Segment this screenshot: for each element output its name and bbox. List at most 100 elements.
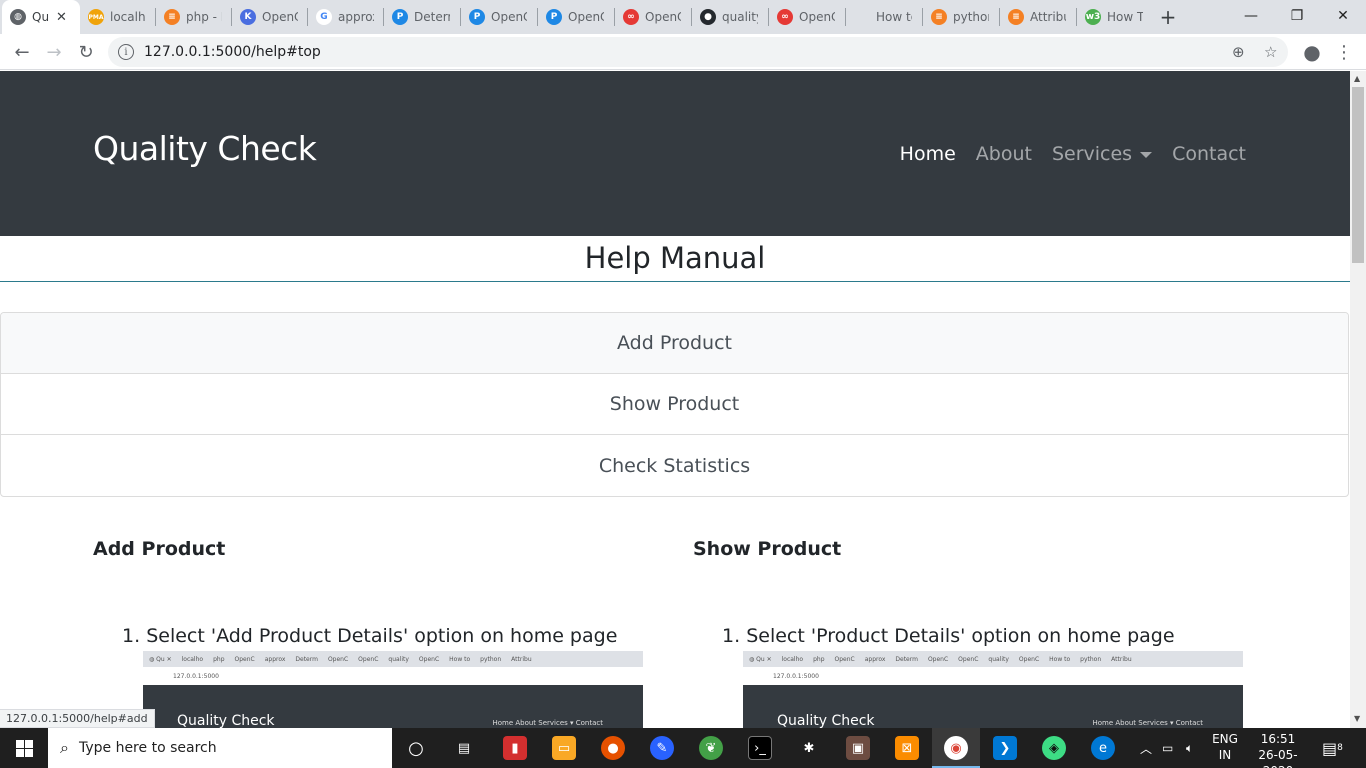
step-number: 1. bbox=[722, 625, 741, 647]
browser-tab-active[interactable]: ◍ Qu ✕ bbox=[2, 0, 80, 34]
nav-services-dropdown[interactable]: Services bbox=[1052, 143, 1153, 165]
nav-home-link[interactable]: Home bbox=[900, 143, 956, 165]
android-studio-icon[interactable]: ◈ bbox=[1042, 736, 1066, 760]
screenshot-brand: Quality Check bbox=[777, 713, 875, 728]
pyimagesearch-icon: P bbox=[392, 9, 408, 25]
step-text: Select 'Add Product Details' option on h… bbox=[146, 625, 618, 647]
screenshot-nav: Home About Services ▾ Contact bbox=[1092, 719, 1203, 727]
screenshot-url: 127.0.0.1:5000 bbox=[743, 667, 1243, 685]
tray-chevron-icon[interactable]: ︿ bbox=[1140, 728, 1152, 768]
volume-icon[interactable]: 🔈︎ bbox=[1186, 728, 1193, 768]
scroll-down-arrow-icon[interactable]: ▼ bbox=[1354, 714, 1360, 723]
site-info-icon[interactable]: i bbox=[118, 44, 134, 60]
chrome-icon[interactable]: ◉ bbox=[944, 736, 968, 760]
list-item-add-product[interactable]: Add Product bbox=[1, 313, 1348, 374]
windows-logo-icon bbox=[15, 739, 33, 757]
pyimagesearch-icon: P bbox=[546, 9, 562, 25]
battery-icon[interactable]: ▭ bbox=[1162, 728, 1173, 768]
toolbox-icon[interactable]: ▣ bbox=[846, 736, 870, 760]
tab-title: OpenC bbox=[262, 10, 298, 24]
browser-tab[interactable]: ● quality bbox=[692, 0, 768, 34]
step-text: Select 'Product Details' option on home … bbox=[746, 625, 1175, 647]
new-tab-button[interactable]: + bbox=[1153, 0, 1183, 34]
terminal-icon[interactable]: ›_ bbox=[748, 736, 772, 760]
browser-tab[interactable]: ≡ php - I bbox=[156, 0, 231, 34]
notification-center-icon[interactable]: ▤ 8 bbox=[1322, 728, 1343, 768]
browser-tab[interactable]: ≡ python bbox=[923, 0, 999, 34]
xampp-icon[interactable]: ⊠ bbox=[895, 736, 919, 760]
browser-tab[interactable]: P OpenC bbox=[461, 0, 537, 34]
list-item-check-statistics[interactable]: Check Statistics bbox=[1, 435, 1348, 496]
stackoverflow-icon: ≡ bbox=[164, 9, 180, 25]
bookmark-star-icon[interactable]: ☆ bbox=[1264, 43, 1277, 61]
menu-kebab-icon[interactable]: ⋮ bbox=[1330, 38, 1358, 66]
site-nav-links: Home About Services Contact bbox=[900, 143, 1246, 165]
page-scrollbar[interactable]: ▲ ▼ bbox=[1350, 71, 1366, 728]
address-url[interactable]: 127.0.0.1:5000/help#top bbox=[144, 44, 321, 60]
address-bar[interactable]: i 127.0.0.1:5000/help#top ⊕ ☆ bbox=[108, 37, 1288, 67]
taskbar-clock[interactable]: 16:51 26-05-2020 bbox=[1252, 731, 1304, 768]
tab-title: Qu bbox=[32, 10, 50, 24]
zoom-icon[interactable]: ⊕ bbox=[1232, 43, 1245, 61]
tab-title: OpenC bbox=[491, 10, 527, 24]
browser-tab[interactable]: ∞ OpenC bbox=[615, 0, 691, 34]
notification-count: 8 bbox=[1337, 743, 1343, 753]
vscode-icon[interactable]: ❯ bbox=[993, 736, 1017, 760]
start-button[interactable] bbox=[0, 728, 48, 768]
maximize-button[interactable]: ❐ bbox=[1274, 0, 1320, 32]
screenshot-url: 127.0.0.1:5000 bbox=[143, 667, 643, 685]
tab-title: OpenC bbox=[645, 10, 681, 24]
forward-arrow-icon[interactable]: → bbox=[40, 38, 68, 66]
language-code: ENG bbox=[1212, 732, 1238, 746]
scrollbar-thumb[interactable] bbox=[1352, 87, 1364, 263]
reload-icon[interactable]: ↻ bbox=[72, 38, 100, 66]
nav-contact-link[interactable]: Contact bbox=[1172, 143, 1246, 165]
taskbar-search-placeholder: Type here to search bbox=[78, 740, 217, 756]
list-item-show-product[interactable]: Show Product bbox=[1, 374, 1348, 435]
screenshot-tabs: ◍ Qu ✕ localho php OpenC approx Determ OpenC Op… bbox=[743, 651, 1243, 667]
opencv-icon: ∞ bbox=[623, 9, 639, 25]
browser-tab[interactable]: P OpenC bbox=[538, 0, 614, 34]
title-divider bbox=[0, 281, 1350, 282]
back-arrow-icon[interactable]: ← bbox=[8, 38, 36, 66]
search-icon: ⌕ bbox=[60, 738, 69, 757]
tab-title: How T bbox=[1107, 10, 1143, 24]
nav-about-link[interactable]: About bbox=[976, 143, 1032, 165]
browser-tab[interactable]: ≡ Attribu bbox=[1000, 0, 1076, 34]
scroll-up-arrow-icon[interactable]: ▲ bbox=[1354, 74, 1360, 83]
network-app-icon[interactable]: ✱ bbox=[797, 736, 821, 760]
show-product-heading: Show Product bbox=[693, 538, 842, 560]
taskbar-search-box[interactable]: ⌕ Type here to search bbox=[48, 728, 392, 768]
edge-icon[interactable]: e bbox=[1091, 736, 1115, 760]
site-brand[interactable]: Quality Check bbox=[93, 129, 317, 168]
profile-avatar-icon[interactable]: ● bbox=[1298, 38, 1326, 66]
browser-tab[interactable]: Gapprox bbox=[308, 0, 383, 34]
tab-title: python bbox=[953, 10, 989, 24]
browser-toolbar: ← → ↻ i 127.0.0.1:5000/help#top ⊕ ☆ ● ⋮ bbox=[0, 34, 1366, 70]
region-code: IN bbox=[1218, 748, 1232, 762]
cortana-icon[interactable]: ○ bbox=[404, 736, 428, 760]
browser-tab[interactable]: w3 How T bbox=[1077, 0, 1153, 34]
spring-tool-icon[interactable]: ❦ bbox=[699, 736, 723, 760]
media-app-icon[interactable]: ▮ bbox=[503, 736, 527, 760]
browser-tab[interactable]: K OpenC bbox=[232, 0, 307, 34]
clock-date: 26-05-2020 bbox=[1258, 748, 1298, 768]
minimize-button[interactable]: — bbox=[1228, 0, 1274, 32]
firefox-icon[interactable]: ● bbox=[601, 736, 625, 760]
add-product-step-1: 1. Select 'Add Product Details' option o… bbox=[122, 625, 617, 647]
language-indicator[interactable]: ENG IN bbox=[1206, 731, 1244, 763]
browser-tab[interactable]: PMA localho bbox=[80, 0, 155, 34]
task-view-icon[interactable]: ▤ bbox=[452, 736, 476, 760]
screenshot-brand: Quality Check bbox=[177, 713, 275, 728]
browser-tab[interactable]: How to bbox=[846, 0, 922, 34]
window-close-button[interactable]: ✕ bbox=[1320, 0, 1366, 32]
browser-tab[interactable]: ∞ OpenC bbox=[769, 0, 845, 34]
blank-icon bbox=[854, 9, 870, 25]
tab-title: OpenC bbox=[568, 10, 604, 24]
browser-tab[interactable]: P Determ bbox=[384, 0, 460, 34]
clock-time: 16:51 bbox=[1260, 732, 1296, 746]
opencv-forum-icon: K bbox=[240, 9, 256, 25]
pen-app-icon[interactable]: ✎ bbox=[650, 736, 674, 760]
tab-close-icon[interactable]: ✕ bbox=[56, 10, 67, 25]
file-explorer-icon[interactable]: ▭ bbox=[552, 736, 576, 760]
